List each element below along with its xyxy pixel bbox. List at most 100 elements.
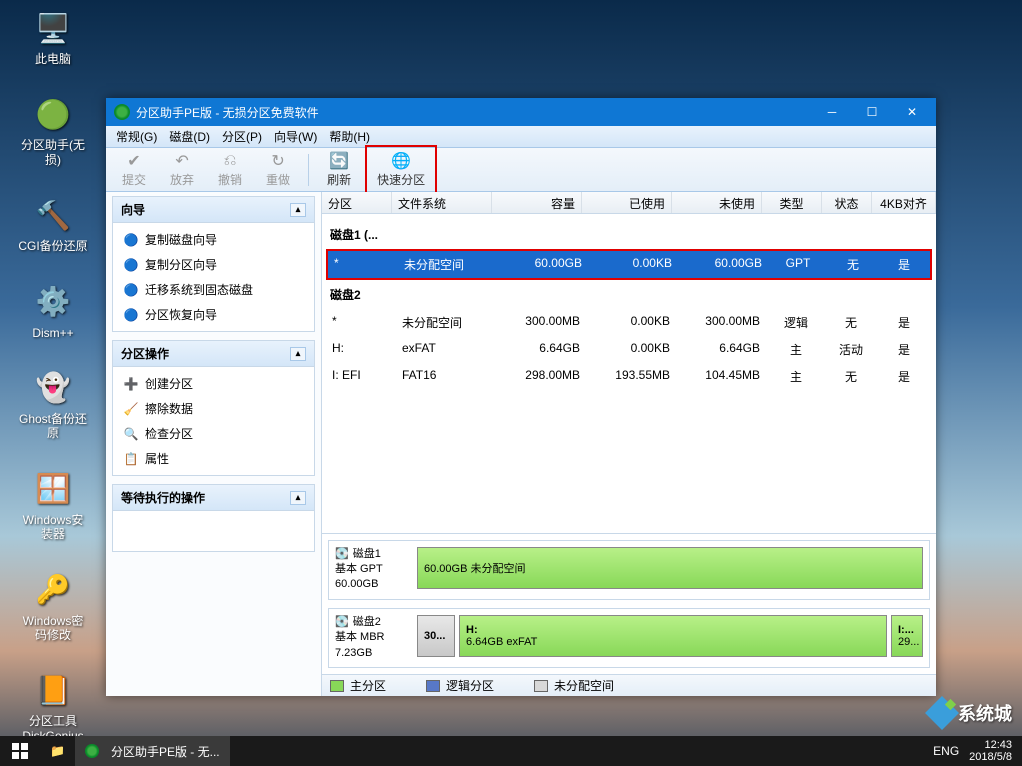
- icon-label: 分区助手(无损): [18, 138, 88, 167]
- collapse-icon[interactable]: ▴: [290, 347, 306, 361]
- app-icon: [114, 104, 130, 120]
- desktop-icons: 🖥️ 此电脑 🟢 分区助手(无损) 🔨 CGI备份还原 ⚙️ Dism++ 👻 Ghost备份还原…: [18, 8, 88, 743]
- wizard-panel-body: 🔵复制磁盘向导🔵复制分区向导🔵迁移系统到固态磁盘🔵分区恢复向导: [113, 223, 314, 331]
- discard-button[interactable]: ↶放弃: [160, 149, 204, 190]
- maximize-button[interactable]: ☐: [852, 100, 892, 124]
- menu-item[interactable]: 分区(P): [216, 126, 268, 147]
- icon-label: CGI备份还原: [18, 239, 87, 253]
- item-icon: 🔍: [123, 426, 139, 442]
- icon-image: 🔨: [33, 195, 73, 235]
- quick-partition-button[interactable]: 🌐快速分区: [365, 145, 437, 194]
- icon-label: Dism++: [32, 326, 73, 340]
- operation-item[interactable]: ➕创建分区: [117, 371, 310, 396]
- menu-item[interactable]: 帮助(H): [323, 126, 376, 147]
- start-button[interactable]: [0, 736, 40, 766]
- table-row[interactable]: H:exFAT6.64GB0.00KB6.64GB主活动是: [326, 336, 932, 363]
- tray-lang[interactable]: ENG: [933, 744, 959, 758]
- unalloc-swatch: [534, 680, 548, 692]
- table-row[interactable]: *未分配空间300.00MB0.00KB300.00MB逻辑无是: [326, 309, 932, 336]
- wizard-item[interactable]: 🔵分区恢复向导: [117, 302, 310, 327]
- disk-maps: 💽磁盘1 基本 GPT 60.00GB 60.00GB 未分配空间 💽磁盘2 基…: [322, 533, 936, 674]
- icon-image: 🔑: [33, 570, 73, 610]
- pending-panel-title: 等待执行的操作: [121, 489, 205, 506]
- item-icon: 🔵: [123, 232, 139, 248]
- menubar: 常规(G)磁盘(D)分区(P)向导(W)帮助(H): [106, 126, 936, 148]
- menu-item[interactable]: 磁盘(D): [163, 126, 216, 147]
- operations-panel-body: ➕创建分区🧹擦除数据🔍检查分区📋属性: [113, 367, 314, 475]
- partition-bar[interactable]: 60.00GB 未分配空间: [417, 547, 923, 589]
- redo-button[interactable]: ↻重做: [256, 149, 300, 190]
- wizard-item[interactable]: 🔵迁移系统到固态磁盘: [117, 277, 310, 302]
- window-title: 分区助手PE版 - 无损分区免费软件: [136, 104, 812, 121]
- disk2-map[interactable]: 💽磁盘2 基本 MBR 7.23GB 30...H:6.64GB exFATI:…: [328, 608, 930, 668]
- operation-item[interactable]: 📋属性: [117, 446, 310, 471]
- item-icon: 🔵: [123, 282, 139, 298]
- icon-label: Windows密码修改: [18, 614, 88, 643]
- taskbar-explorer[interactable]: 📁: [40, 736, 75, 766]
- partition-bar[interactable]: H:6.64GB exFAT: [459, 615, 887, 657]
- desktop-icon[interactable]: 📙分区工具DiskGenius: [18, 670, 88, 743]
- icon-image: ⚙️: [33, 282, 73, 322]
- desktop-icon[interactable]: 🪟 Windows安装器: [18, 469, 88, 542]
- app-window: 分区助手PE版 - 无损分区免费软件 ─ ☐ ✕ 常规(G)磁盘(D)分区(P)…: [106, 98, 936, 696]
- icon-image: 🪟: [33, 469, 73, 509]
- disk1-label: 磁盘1 (...: [326, 220, 932, 249]
- titlebar: 分区助手PE版 - 无损分区免费软件 ─ ☐ ✕: [106, 98, 936, 126]
- operation-item[interactable]: 🧹擦除数据: [117, 396, 310, 421]
- icon-image: 📙: [33, 670, 73, 710]
- undo-button[interactable]: ⎌撤销: [208, 149, 252, 190]
- collapse-icon[interactable]: ▴: [290, 491, 306, 505]
- item-icon: 🔵: [123, 257, 139, 273]
- desktop-icon[interactable]: 🔑 Windows密码修改: [18, 570, 88, 643]
- disk1-map[interactable]: 💽磁盘1 基本 GPT 60.00GB 60.00GB 未分配空间: [328, 540, 930, 600]
- sidebar: 向导 ▴ 🔵复制磁盘向导🔵复制分区向导🔵迁移系统到固态磁盘🔵分区恢复向导 分区操作…: [106, 192, 322, 696]
- taskbar: 📁 分区助手PE版 - 无... ENG 12:43 2018/5/8: [0, 736, 1022, 766]
- desktop-icon[interactable]: 🟢 分区助手(无损): [18, 94, 88, 167]
- table-row[interactable]: * 未分配空间 60.00GB 0.00KB 60.00GB GPT 无 是: [326, 249, 932, 280]
- wizard-item[interactable]: 🔵复制磁盘向导: [117, 227, 310, 252]
- watermark: 系统城: [930, 700, 1012, 726]
- operations-panel: 分区操作 ▴ ➕创建分区🧹擦除数据🔍检查分区📋属性: [112, 340, 315, 476]
- item-icon: 🔵: [123, 307, 139, 323]
- partition-bar[interactable]: 30...: [417, 615, 455, 657]
- item-icon: 🧹: [123, 401, 139, 417]
- wizard-item[interactable]: 🔵复制分区向导: [117, 252, 310, 277]
- grid-header: 分区 文件系统 容量 已使用 未使用 类型 状态 4KB对齐: [322, 192, 936, 214]
- menu-item[interactable]: 常规(G): [110, 126, 163, 147]
- icon-image: 🟢: [33, 94, 73, 134]
- disk-icon: 💽: [335, 615, 349, 630]
- icon-label: Ghost备份还原: [18, 412, 88, 441]
- partition-bar[interactable]: I:...29...: [891, 615, 923, 657]
- table-row[interactable]: I: EFIFAT16298.00MB193.55MB104.45MB主无是: [326, 363, 932, 390]
- operations-panel-title: 分区操作: [121, 345, 169, 362]
- desktop-icon[interactable]: 👻 Ghost备份还原: [18, 368, 88, 441]
- tray-clock[interactable]: 12:43 2018/5/8: [969, 739, 1012, 763]
- wizard-panel: 向导 ▴ 🔵复制磁盘向导🔵复制分区向导🔵迁移系统到固态磁盘🔵分区恢复向导: [112, 196, 315, 332]
- disk-icon: 💽: [335, 547, 349, 562]
- disk2-bars: 30...H:6.64GB exFATI:...29...: [417, 615, 923, 661]
- taskbar-app[interactable]: 分区助手PE版 - 无...: [75, 736, 230, 766]
- icon-image: 🖥️: [33, 8, 73, 48]
- wizard-panel-title: 向导: [121, 201, 145, 218]
- desktop-icon[interactable]: 🖥️ 此电脑: [18, 8, 88, 66]
- disk2-label: 磁盘2: [326, 280, 932, 309]
- icon-label: 此电脑: [35, 52, 71, 66]
- pending-panel: 等待执行的操作 ▴: [112, 484, 315, 552]
- primary-swatch: [330, 680, 344, 692]
- grid-body[interactable]: 磁盘1 (... * 未分配空间 60.00GB 0.00KB 60.00GB …: [322, 214, 936, 533]
- desktop-icon[interactable]: 🔨 CGI备份还原: [18, 195, 88, 253]
- collapse-icon[interactable]: ▴: [290, 203, 306, 217]
- icon-image: 👻: [33, 368, 73, 408]
- refresh-button[interactable]: 🔄刷新: [317, 149, 361, 190]
- minimize-button[interactable]: ─: [812, 100, 852, 124]
- close-button[interactable]: ✕: [892, 100, 932, 124]
- commit-button[interactable]: ✔提交: [112, 149, 156, 190]
- menu-item[interactable]: 向导(W): [268, 126, 323, 147]
- operation-item[interactable]: 🔍检查分区: [117, 421, 310, 446]
- disk2-rows: *未分配空间300.00MB0.00KB300.00MB逻辑无是H:exFAT6…: [326, 309, 932, 390]
- icon-label: Windows安装器: [18, 513, 88, 542]
- item-icon: 📋: [123, 451, 139, 467]
- desktop-icon[interactable]: ⚙️ Dism++: [18, 282, 88, 340]
- logical-swatch: [426, 680, 440, 692]
- toolbar: ✔提交 ↶放弃 ⎌撤销 ↻重做 🔄刷新 🌐快速分区: [106, 148, 936, 192]
